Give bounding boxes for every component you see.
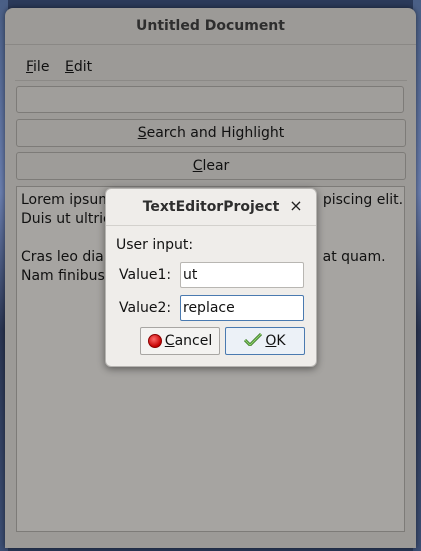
clear-button-label: lear (202, 158, 230, 174)
menu-edit-label: dit (73, 59, 93, 75)
clear-button[interactable]: Clear (16, 152, 406, 180)
menu-file-mnemonic: F (26, 59, 34, 75)
text-line-3-end: at quam. (322, 249, 386, 265)
input-dialog: TextEditorProject × User input: Value1: … (105, 188, 317, 367)
menu-bar: File Edit (15, 58, 407, 81)
value1-input[interactable]: ut (180, 262, 304, 288)
menu-edit-mnemonic: E (65, 59, 74, 75)
stop-circle-icon (147, 334, 162, 348)
value1-label: Value1: (119, 267, 172, 283)
ok-button[interactable]: OK (225, 327, 305, 355)
text-line-1-end: piscing elit. (322, 192, 404, 208)
cancel-mnemonic: C (164, 333, 175, 349)
text-line-4: Nam finibus (21, 268, 105, 284)
user-input-prompt: User input: (116, 237, 194, 253)
menu-edit[interactable]: Edit (65, 59, 92, 75)
menu-file-label: ile (33, 59, 50, 75)
ok-label: K (276, 333, 286, 349)
text-line-3: Cras leo dian (21, 249, 113, 265)
close-icon[interactable]: × (288, 198, 304, 214)
value2-input[interactable]: replace (180, 295, 304, 321)
text-line-1: Lorem ipsum (21, 192, 112, 208)
search-and-highlight-button[interactable]: Search and Highlight (16, 119, 406, 147)
value2-label: Value2: (119, 300, 172, 316)
cancel-label: ancel (174, 333, 213, 349)
menu-file[interactable]: File (26, 59, 49, 75)
cancel-button[interactable]: Cancel (140, 327, 220, 355)
window-title: Untitled Document (5, 8, 416, 45)
text-line-2: Duis ut ultric (21, 211, 111, 227)
ok-mnemonic: O (265, 333, 277, 349)
search-button-label: earch and Highlight (146, 125, 285, 141)
dialog-title: TextEditorProject (106, 189, 316, 226)
clear-button-mnemonic: C (192, 158, 203, 174)
search-button-mnemonic: S (137, 125, 147, 141)
checkmark-arrow-icon (244, 332, 263, 350)
search-input[interactable] (16, 86, 404, 113)
